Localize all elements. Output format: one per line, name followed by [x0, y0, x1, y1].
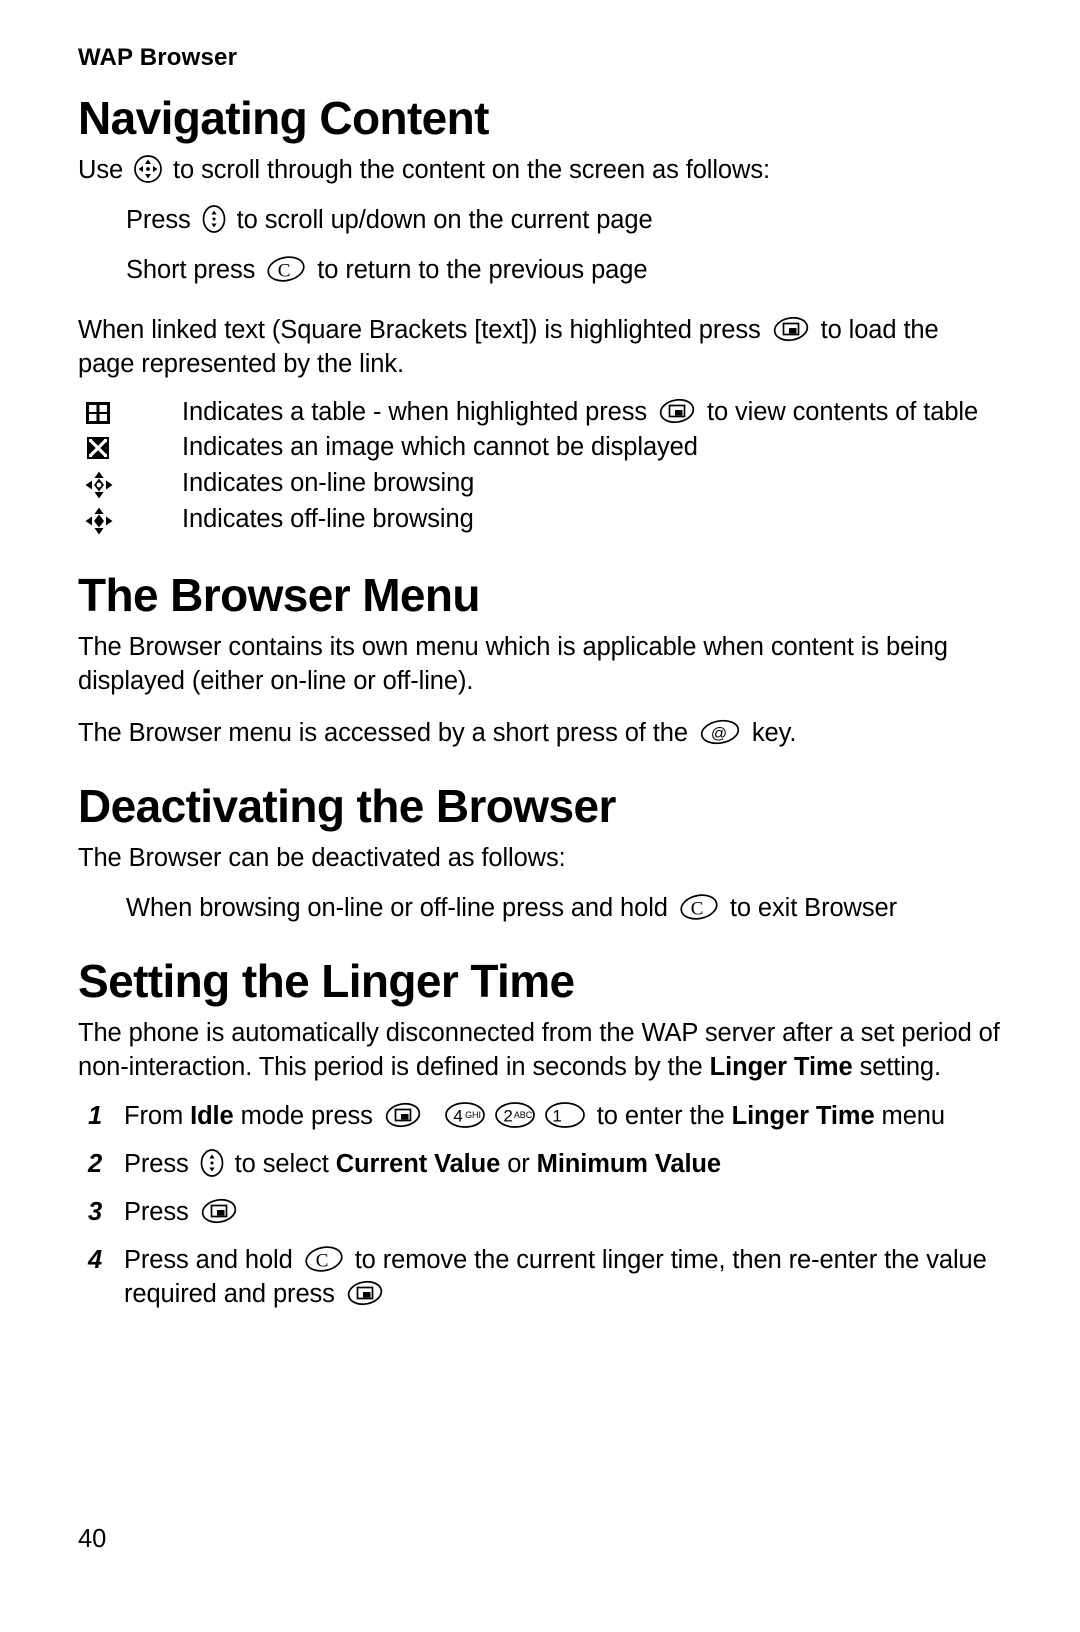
legend-text-table: Indicates a table - when highlighted pre… [182, 396, 1000, 430]
at-key-icon: @ [698, 717, 742, 747]
step-1: 1 From Idle mode press 4 GHI 2 ABC 1 to enter… [78, 1099, 1000, 1133]
legend-table-after: to view contents of table [700, 397, 979, 426]
indent-item-scroll: Press to scroll up/down on the current p… [126, 203, 1000, 237]
updown-key-icon [201, 204, 227, 234]
legend-text-online: Indicates on-line browsing [182, 469, 475, 498]
svg-text:C: C [315, 1250, 328, 1271]
step-number: 1 [88, 1101, 103, 1130]
document-page: WAP Browser Navigating Content Use to sc… [0, 0, 1080, 1632]
table-grid-icon [78, 396, 182, 427]
step4-seg1: Press and hold [124, 1245, 300, 1274]
step-number: 3 [88, 1197, 103, 1226]
svg-text:GHI: GHI [465, 1110, 481, 1120]
legend-item-online: Indicates on-line browsing [78, 467, 1000, 501]
step1-bold-linger: Linger Time [731, 1101, 875, 1130]
select-key-icon [383, 1100, 423, 1130]
paragraph-linked-text: When linked text (Square Brackets [text]… [78, 313, 1000, 381]
online-browsing-icon [78, 467, 182, 500]
offline-browsing-icon [78, 503, 182, 536]
step2-seg1: Press [124, 1149, 196, 1178]
linger-time-steps: 1 From Idle mode press 4 GHI 2 ABC 1 to enter… [78, 1099, 1000, 1312]
clear-key-icon: C [303, 1244, 345, 1274]
broken-image-icon [78, 431, 182, 462]
paragraph-linger-intro: The phone is automatically disconnected … [78, 1016, 1000, 1084]
step3-seg1: Press [124, 1197, 196, 1226]
svg-text:4: 4 [453, 1106, 462, 1125]
heading-navigating-content: Navigating Content [78, 92, 489, 144]
indent-item-exit-browser: When browsing on-line or off-line press … [126, 891, 1000, 925]
svg-text:2: 2 [503, 1106, 512, 1125]
text-linked-before: When linked text (Square Brackets [text]… [78, 316, 768, 345]
clear-key-icon: C [678, 892, 720, 922]
text-exit-before: When browsing on-line or off-line press … [126, 894, 675, 923]
symbol-legend-list: Indicates a table - when highlighted pre… [78, 396, 1000, 538]
text-before-navkey: Use [78, 155, 131, 184]
step1-bold-idle: Idle [190, 1101, 234, 1130]
page-number: 40 [78, 1525, 107, 1553]
text-short-press: Short press [126, 256, 263, 285]
step2-seg2: to select [227, 1149, 336, 1178]
step1-seg4: menu [874, 1101, 945, 1130]
running-head: WAP Browser [78, 44, 238, 71]
text-return-previous: to return to the previous page [310, 256, 648, 285]
updown-key-icon [199, 1148, 225, 1178]
legend-item-broken-image: Indicates an image which cannot be displ… [78, 431, 1000, 465]
paragraph-use-navkey: Use to scroll through the content on the… [78, 153, 1000, 187]
text-linger-b: setting. [852, 1053, 942, 1082]
step-number: 2 [88, 1149, 103, 1178]
legend-text-broken-image: Indicates an image which cannot be displ… [182, 433, 698, 462]
key-1-icon: 1 [543, 1100, 587, 1130]
navigation-key-icon [133, 154, 163, 184]
svg-text:1: 1 [552, 1106, 561, 1125]
heading-setting-the-linger-time: Setting the Linger Time [78, 955, 575, 1008]
svg-text:C: C [278, 261, 291, 282]
svg-text:@: @ [711, 726, 727, 743]
select-key-icon [657, 396, 697, 426]
text-press: Press [126, 205, 198, 234]
step1-seg1: From [124, 1101, 191, 1130]
key-4-icon: 4 GHI [443, 1100, 487, 1130]
step1-seg3: to enter the [589, 1101, 732, 1130]
text-menu-access-after: key. [744, 719, 797, 748]
step2-bold-minimum: Minimum Value [536, 1149, 721, 1178]
text-scroll-updown: to scroll up/down on the current page [229, 205, 653, 234]
key-2-icon: 2 ABC [493, 1100, 537, 1130]
step-4: 4 Press and hold C to remove the current … [78, 1243, 1000, 1311]
paragraph-browser-menu-1: The Browser contains its own menu which … [78, 632, 948, 696]
step2-bold-current: Current Value [335, 1149, 501, 1178]
text-menu-access-before: The Browser menu is accessed by a short … [78, 719, 695, 748]
text-after-navkey: to scroll through the content on the scr… [166, 155, 770, 184]
clear-key-icon: C [265, 254, 307, 284]
step2-seg3: or [500, 1149, 537, 1178]
select-key-icon [771, 314, 811, 344]
indent-item-back: Short press C to return to the previous … [126, 253, 1000, 287]
text-exit-after: to exit Browser [722, 894, 897, 923]
legend-table-before: Indicates a table - when highlighted pre… [182, 397, 654, 426]
heading-deactivating-the-browser: Deactivating the Browser [78, 780, 616, 833]
text-linger-bold: Linger Time [709, 1053, 853, 1082]
step1-seg2: mode press [233, 1101, 380, 1130]
step-number: 4 [88, 1245, 103, 1274]
svg-text:C: C [691, 899, 704, 920]
paragraph-browser-menu-2: The Browser menu is accessed by a short … [78, 716, 1000, 750]
step-2: 2 Press to select Current Value or Minimu… [78, 1147, 1000, 1181]
legend-item-offline: Indicates off-line browsing [78, 503, 1000, 537]
svg-text:ABC: ABC [514, 1110, 533, 1120]
select-key-icon [199, 1196, 239, 1226]
legend-text-offline: Indicates off-line browsing [182, 505, 474, 534]
select-key-icon [345, 1278, 385, 1308]
paragraph-deactivate-1: The Browser can be deactivated as follow… [78, 844, 566, 873]
step-3: 3 Press [78, 1195, 1000, 1229]
heading-the-browser-menu: The Browser Menu [78, 569, 481, 622]
legend-item-table: Indicates a table - when highlighted pre… [78, 396, 1000, 430]
